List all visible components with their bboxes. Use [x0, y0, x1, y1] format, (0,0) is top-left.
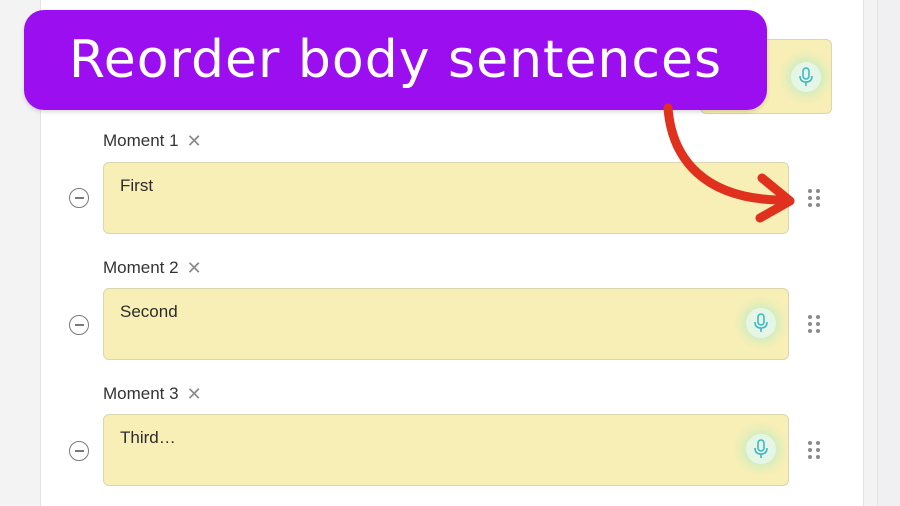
drag-handle-icon[interactable] — [808, 315, 820, 333]
moment-2-text: Second — [120, 302, 178, 321]
moment-2-field[interactable]: Second — [103, 288, 789, 360]
moment-label-text: Moment 1 — [103, 131, 179, 150]
microphone-icon[interactable] — [791, 62, 821, 92]
moment-1-text: First — [120, 176, 154, 195]
moment-2-label: Moment 2 ✕ — [103, 258, 202, 278]
microphone-icon[interactable] — [746, 434, 776, 464]
close-icon[interactable]: ✕ — [187, 385, 202, 403]
curved-arrow-icon — [663, 103, 795, 223]
moment-1-label: Moment 1 ✕ — [103, 131, 202, 151]
moment-3-field[interactable]: Third… — [103, 414, 789, 486]
moment-3-text: Third… — [120, 428, 176, 447]
scrollbar-track[interactable] — [877, 0, 900, 506]
drag-handle-icon[interactable] — [808, 441, 820, 459]
moment-label-text: Moment 2 — [103, 258, 179, 277]
microphone-icon[interactable] — [746, 308, 776, 338]
close-icon[interactable]: ✕ — [187, 259, 202, 277]
moment-label-text: Moment 3 — [103, 384, 179, 403]
remove-moment-3-button[interactable] — [69, 441, 89, 461]
remove-moment-2-button[interactable] — [69, 315, 89, 335]
remove-moment-1-button[interactable] — [69, 188, 89, 208]
moment-3-label: Moment 3 ✕ — [103, 384, 202, 404]
close-icon[interactable]: ✕ — [187, 132, 202, 150]
title-banner: Reorder body sentences — [24, 10, 767, 110]
banner-title: Reorder body sentences — [68, 30, 723, 90]
